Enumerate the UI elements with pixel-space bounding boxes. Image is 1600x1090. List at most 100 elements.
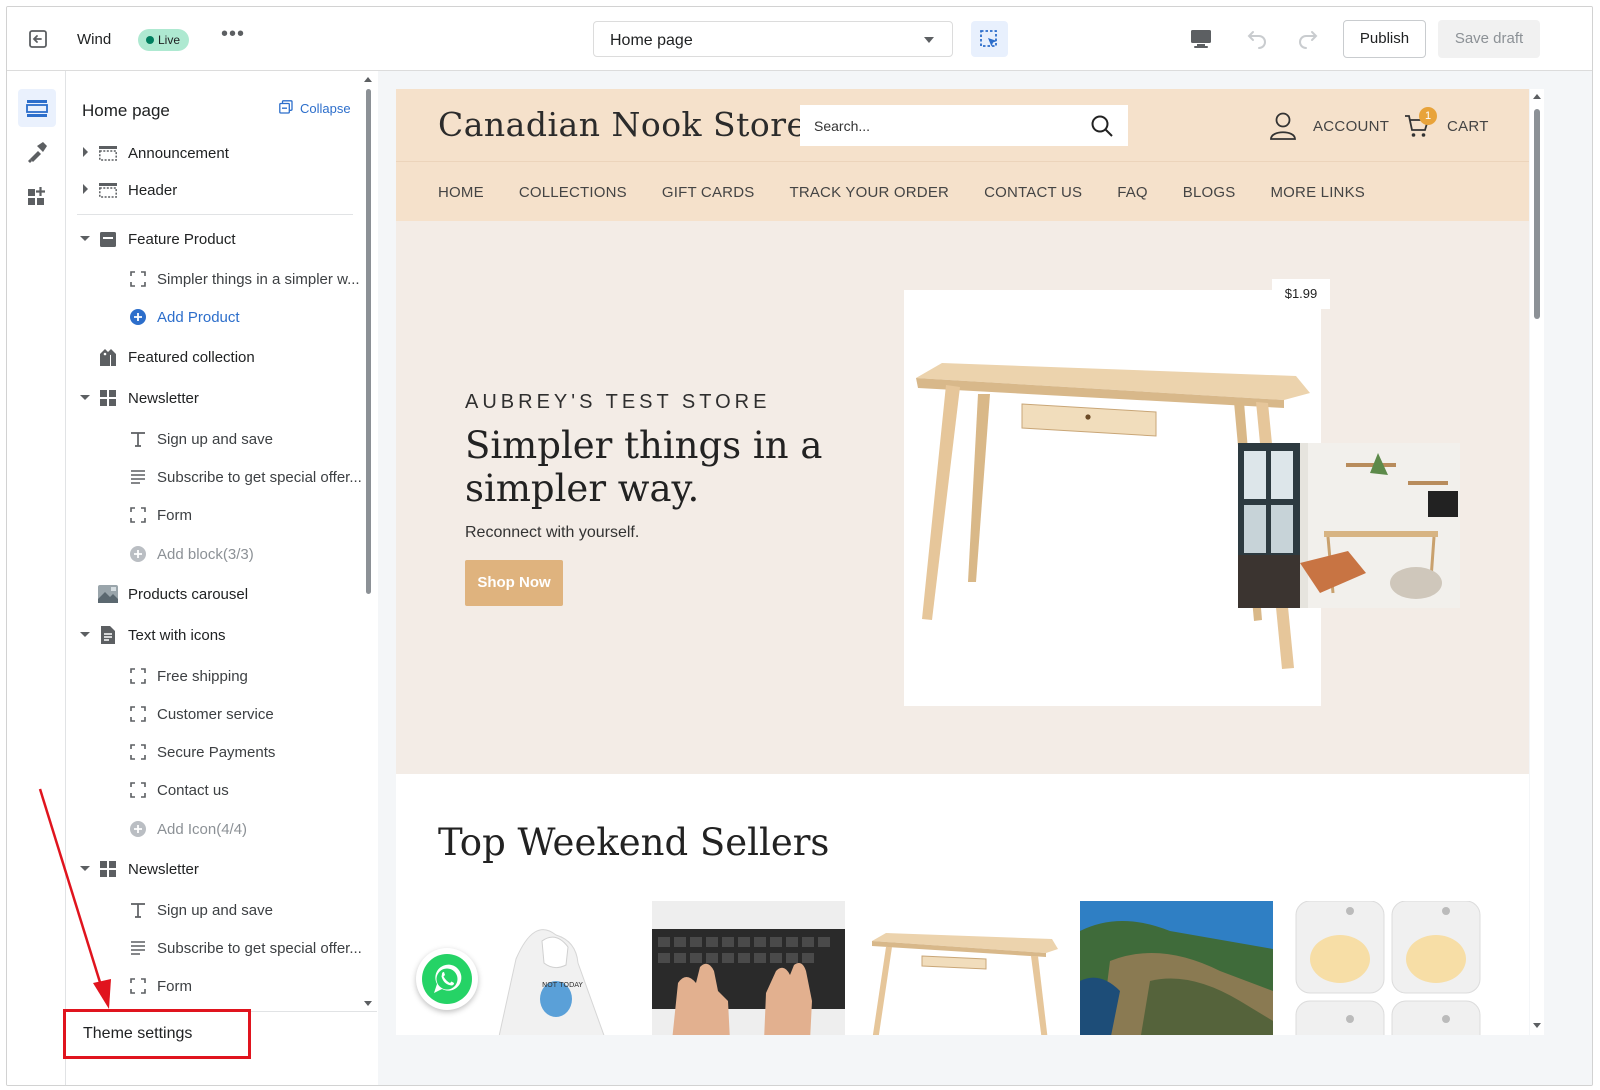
annotation-arrow xyxy=(38,788,111,1009)
document-icon xyxy=(97,624,119,646)
tree-item-form[interactable]: Form xyxy=(67,500,367,530)
nav-collections[interactable]: COLLECTIONS xyxy=(519,184,627,201)
page-select[interactable]: Home page xyxy=(593,21,953,57)
nav-gift-cards[interactable]: GIFT CARDS xyxy=(662,184,755,201)
store-nav: HOME COLLECTIONS GIFT CARDS TRACK YOUR ORDE… xyxy=(438,184,1400,202)
exit-icon[interactable] xyxy=(27,28,49,50)
nav-blogs[interactable]: BLOGS xyxy=(1183,184,1236,201)
nav-more-links[interactable]: MORE LINKS xyxy=(1270,184,1365,201)
tree-item-customer-service[interactable]: Customer service xyxy=(67,699,367,729)
tree-item-label: Text with icons xyxy=(128,627,226,644)
tree-item-products-carousel[interactable]: Products carousel xyxy=(67,579,367,609)
account-icon[interactable] xyxy=(1269,111,1297,141)
store-search-input[interactable]: Search... xyxy=(800,105,1128,146)
tree-item-label: Customer service xyxy=(157,706,274,723)
tree-item-announcement[interactable]: Announcement xyxy=(67,138,367,168)
rail-apps-button[interactable] xyxy=(18,177,56,215)
caret-right-icon[interactable] xyxy=(83,147,88,157)
tree-item-add-product[interactable]: Add Product xyxy=(67,302,367,332)
live-badge: Live xyxy=(138,29,190,51)
nav-divider xyxy=(396,161,1529,162)
apps-icon xyxy=(28,187,45,205)
preview-scrollbar[interactable] xyxy=(1530,89,1544,1035)
text-icon xyxy=(128,429,148,449)
desktop-icon[interactable] xyxy=(1190,29,1212,49)
tree-item-label: Add Icon(4/4) xyxy=(157,821,248,838)
product-card-landscape[interactable] xyxy=(1080,901,1273,1035)
cart-count-badge: 1 xyxy=(1419,107,1437,125)
whatsapp-button[interactable] xyxy=(416,948,478,1010)
more-actions-button[interactable]: ••• xyxy=(221,23,245,46)
tree-item-add-block-3-3[interactable]: Add block(3/3) xyxy=(67,539,367,569)
redo-icon[interactable] xyxy=(1296,27,1320,51)
nav-home[interactable]: HOME xyxy=(438,184,484,201)
store-logo[interactable]: Canadian Nook Store xyxy=(438,105,807,144)
paragraph-icon xyxy=(128,938,148,958)
collapse-button[interactable]: Collapse xyxy=(300,101,351,116)
hero-kicker: AUBREY'S TEST STORE xyxy=(465,391,771,413)
preview-scroll-thumb[interactable] xyxy=(1534,109,1540,319)
tree-item-label: Form xyxy=(157,978,192,995)
top-bar: Wind Live ••• Home page Publish Save dra… xyxy=(7,7,1592,71)
undo-icon[interactable] xyxy=(1245,27,1269,51)
caret-down-icon[interactable] xyxy=(80,236,90,241)
store-preview: Canadian Nook Store Search... ACCOUNT 1 … xyxy=(396,89,1529,1035)
tree-item-free-shipping[interactable]: Free shipping xyxy=(67,661,367,691)
tree-item-sign-up-and-save[interactable]: Sign up and save xyxy=(67,424,367,454)
tree-item-label: Contact us xyxy=(157,782,229,799)
scroll-up-arrow-icon[interactable] xyxy=(1533,94,1541,99)
caret-right-icon[interactable] xyxy=(83,184,88,194)
tree-item-header[interactable]: Header xyxy=(67,175,367,205)
caret-down-icon[interactable] xyxy=(80,632,90,637)
nav-track-order[interactable]: TRACK YOUR ORDER xyxy=(789,184,949,201)
product-card-keyboard[interactable] xyxy=(652,901,845,1035)
sections-icon xyxy=(26,100,48,117)
grid-icon xyxy=(97,387,119,409)
block-icon xyxy=(128,704,148,724)
paragraph-icon xyxy=(128,467,148,487)
inspector-toggle-button[interactable] xyxy=(971,21,1008,57)
theme-settings-button[interactable]: Theme settings xyxy=(63,1009,251,1059)
product-icon xyxy=(97,228,119,250)
keyboard-image xyxy=(652,901,845,1035)
add-circle-icon xyxy=(128,307,148,327)
scroll-down-arrow-icon[interactable] xyxy=(364,1001,372,1006)
save-draft-button[interactable]: Save draft xyxy=(1438,20,1540,58)
nav-contact-us[interactable]: CONTACT US xyxy=(984,184,1082,201)
room-photo xyxy=(1238,443,1460,608)
rail-sections-button[interactable] xyxy=(18,89,56,127)
cart-link[interactable]: CART xyxy=(1447,118,1489,135)
tree-item-label: Products carousel xyxy=(128,586,249,603)
rail-theme-settings-button[interactable] xyxy=(18,133,56,171)
tree-item-label: Newsletter xyxy=(128,861,199,878)
tree-item-subscribe-to-get-special-offer[interactable]: Subscribe to get special offer... xyxy=(67,462,367,492)
account-link[interactable]: ACCOUNT xyxy=(1313,118,1389,135)
collapse-icon[interactable] xyxy=(279,100,293,114)
tree-item-label: Sign up and save xyxy=(157,431,273,448)
search-icon[interactable] xyxy=(1090,114,1114,138)
tree-item-label: Secure Payments xyxy=(157,744,276,761)
product-card-nightlight[interactable] xyxy=(1294,901,1487,1035)
product-card-desk[interactable] xyxy=(866,901,1059,1035)
block-icon xyxy=(128,780,148,800)
tree-item-label: Subscribe to get special offer... xyxy=(157,940,362,957)
block-icon xyxy=(128,976,148,996)
tree-item-text-with-icons[interactable]: Text with icons xyxy=(67,620,367,650)
scroll-down-arrow-icon[interactable] xyxy=(1533,1023,1541,1028)
hero-title: Simpler things in a simpler way. xyxy=(465,424,823,510)
tree-item-simpler-things-in-a-simpler-w[interactable]: Simpler things in a simpler w... xyxy=(67,264,367,294)
publish-button[interactable]: Publish xyxy=(1343,20,1426,58)
shop-now-button[interactable]: Shop Now xyxy=(465,560,563,606)
editor-window: Wind Live ••• Home page Publish Save dra… xyxy=(6,6,1593,1086)
tree-item-feature-product[interactable]: Feature Product xyxy=(67,224,367,254)
search-placeholder: Search... xyxy=(814,118,871,134)
caret-down-icon[interactable] xyxy=(80,395,90,400)
tree-item-secure-payments[interactable]: Secure Payments xyxy=(67,737,367,767)
tree-item-newsletter[interactable]: Newsletter xyxy=(67,383,367,413)
tree-item-featured-collection[interactable]: Featured collection xyxy=(67,342,367,372)
price-tag: $1.99 xyxy=(1272,279,1330,309)
sidebar-scrollbar[interactable] xyxy=(366,89,371,594)
scroll-up-arrow-icon[interactable] xyxy=(364,77,372,82)
nav-faq[interactable]: FAQ xyxy=(1117,184,1148,201)
preview-area: Canadian Nook Store Search... ACCOUNT 1 … xyxy=(378,71,1592,1085)
